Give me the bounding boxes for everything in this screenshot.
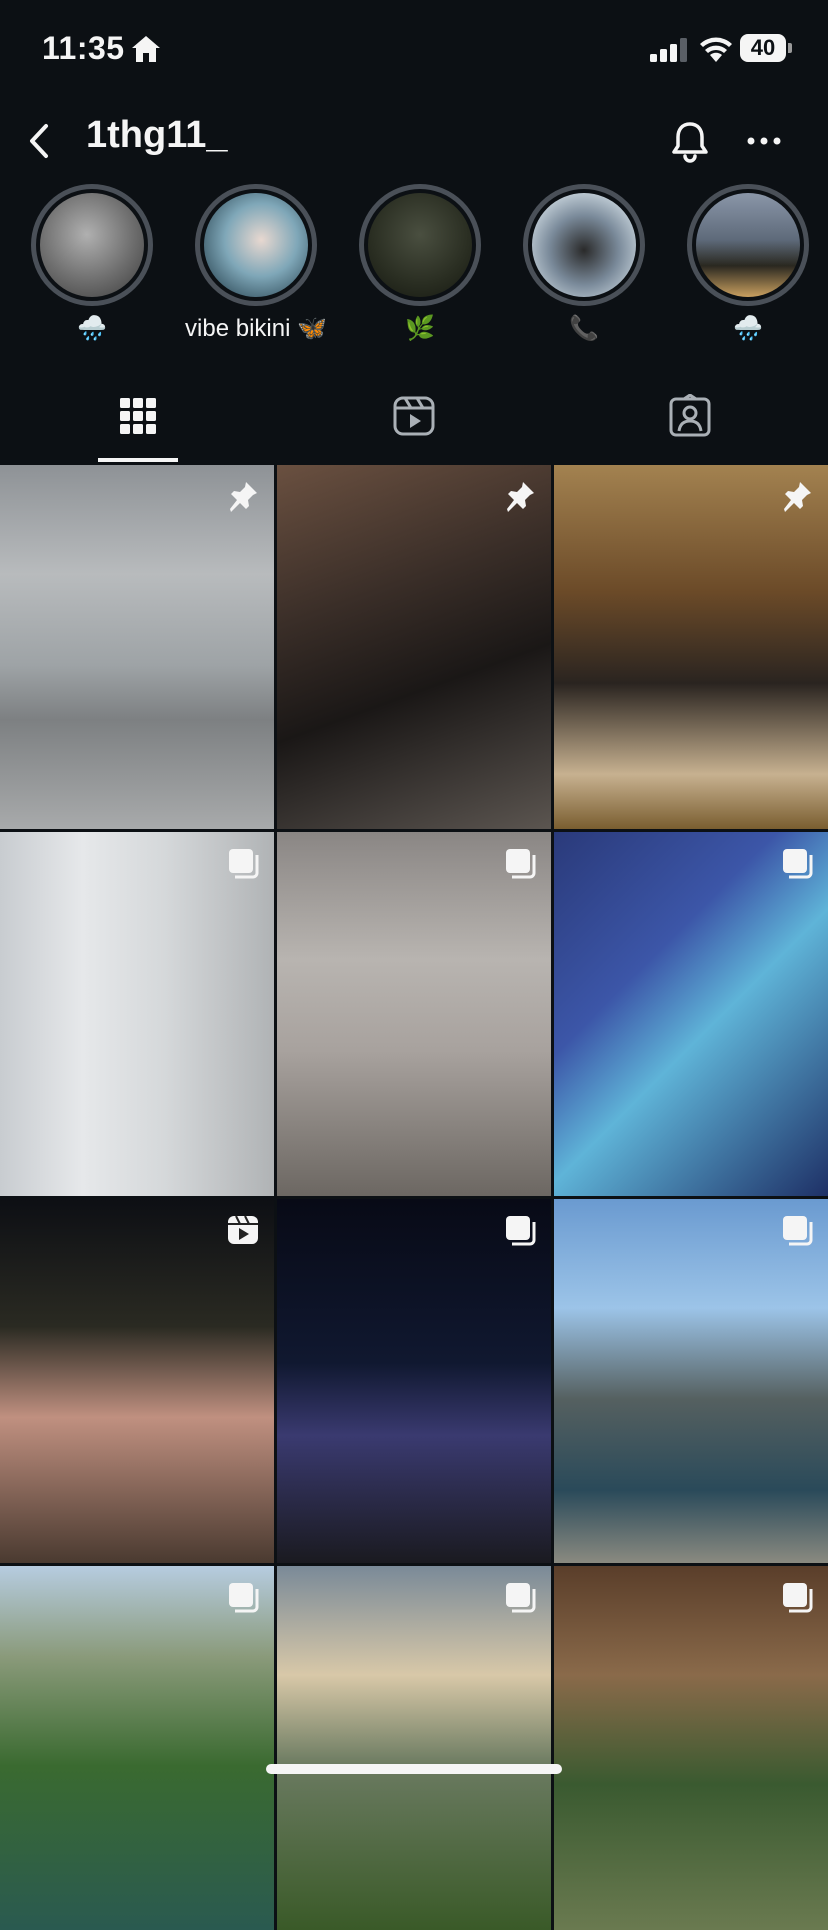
pin-icon [230, 482, 257, 512]
post-thumbnail[interactable] [554, 465, 828, 829]
post-thumbnail[interactable] [554, 1199, 828, 1563]
post-thumbnail[interactable] [0, 1566, 274, 1930]
highlight-cover [523, 184, 645, 306]
tab-reels[interactable] [276, 380, 552, 464]
story-highlights: 🌧️ vibe bikini 🦋 🌿 📞 🌧️ [0, 180, 828, 360]
carousel-icon [783, 1583, 813, 1613]
wifi-icon [700, 37, 732, 62]
reels-icon [393, 396, 435, 436]
post-thumbnail[interactable] [277, 1566, 551, 1930]
post-thumbnail[interactable] [554, 1566, 828, 1930]
post-thumbnail[interactable] [554, 832, 828, 1196]
bell-icon[interactable] [668, 118, 712, 164]
posts-grid [0, 465, 828, 1930]
more-icon[interactable] [744, 126, 784, 156]
pin-icon [784, 482, 811, 512]
battery-icon: 40 [740, 34, 792, 64]
post-thumbnail[interactable] [277, 832, 551, 1196]
tab-posts[interactable] [0, 380, 276, 464]
carousel-icon [506, 849, 536, 879]
status-time: 11:35 [42, 30, 125, 66]
profile-username: 1thg11_ [86, 114, 228, 156]
post-thumbnail[interactable] [0, 832, 274, 1196]
home-icon [132, 36, 160, 62]
post-thumbnail[interactable] [0, 465, 274, 829]
battery-level: 40 [740, 34, 786, 62]
highlight-item[interactable]: 🌧️ [668, 180, 828, 350]
profile-header: 1thg11_ [0, 100, 828, 180]
carousel-icon [783, 1216, 813, 1246]
carousel-icon [229, 849, 259, 879]
status-bar: 11:35 40 [0, 0, 828, 100]
carousel-icon [506, 1216, 536, 1246]
pin-icon [507, 482, 534, 512]
highlight-cover [359, 184, 481, 306]
carousel-icon [229, 1583, 259, 1613]
post-thumbnail[interactable] [277, 465, 551, 829]
post-thumbnail[interactable] [0, 1199, 274, 1563]
profile-tabs [0, 380, 828, 464]
highlight-cover [687, 184, 809, 306]
highlight-item[interactable]: 🌿 [340, 180, 500, 350]
active-tab-indicator [98, 458, 178, 462]
tab-tagged[interactable] [552, 380, 828, 464]
highlight-label: 🌧️ [733, 315, 763, 342]
grid-icon [120, 398, 156, 434]
signal-icon [650, 38, 687, 62]
back-icon[interactable] [22, 120, 58, 162]
highlight-item[interactable]: 🌧️ [12, 180, 172, 350]
highlight-item[interactable]: vibe bikini 🦋 [176, 180, 336, 350]
carousel-icon [783, 849, 813, 879]
highlight-cover [31, 184, 153, 306]
home-indicator[interactable] [266, 1764, 562, 1774]
post-thumbnail[interactable] [277, 1199, 551, 1563]
tagged-icon [669, 394, 711, 437]
highlight-cover [195, 184, 317, 306]
reel-icon [228, 1215, 258, 1244]
carousel-icon [506, 1583, 536, 1613]
highlight-item[interactable]: 📞 [504, 180, 664, 350]
